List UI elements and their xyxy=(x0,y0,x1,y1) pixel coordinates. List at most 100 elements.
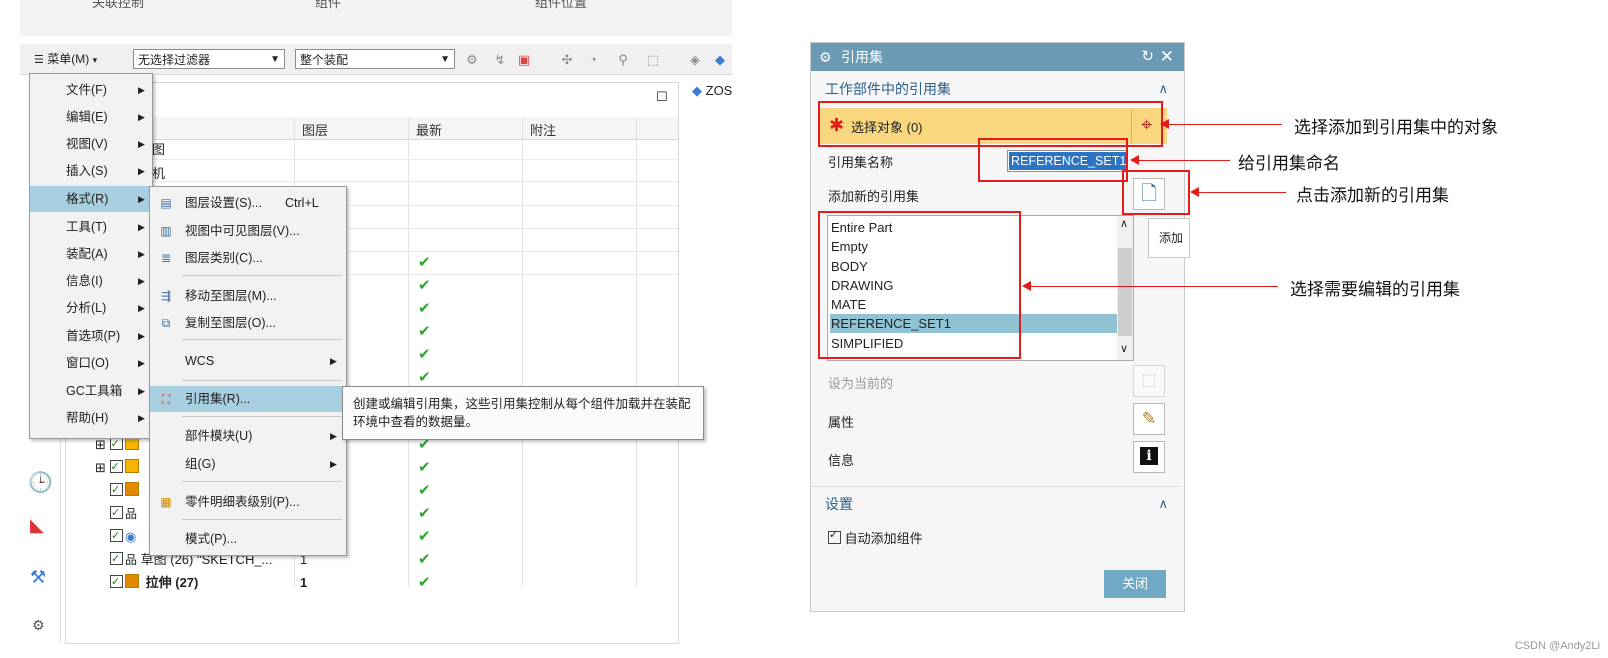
menu-item-view[interactable]: 视图(V) ▶ xyxy=(30,131,152,157)
scroll-up-icon[interactable]: ∧ xyxy=(1120,217,1128,230)
move-to-layer-icon: ⇶ xyxy=(160,289,172,303)
curve-icon[interactable]: ⚲ xyxy=(616,53,630,67)
properties-button[interactable]: ✎ xyxy=(1133,403,1165,435)
tree-row[interactable]: 品 xyxy=(110,503,137,524)
filter-icon[interactable]: ↯ xyxy=(493,53,507,67)
visible-layers-icon: ▥ xyxy=(160,224,172,238)
col-latest[interactable]: 最新 xyxy=(416,120,442,139)
submenu-copy-to-layer[interactable]: ⧉ 复制至图层(O)... xyxy=(150,310,346,336)
history-clock-icon[interactable]: 🕒 xyxy=(28,470,53,495)
rect-select-icon[interactable]: ⬚ xyxy=(646,53,660,67)
col-notes[interactable]: 附注 xyxy=(530,120,556,139)
add-tooltip: 添加 xyxy=(1148,218,1190,258)
properties-label: 属性 xyxy=(828,415,855,430)
menu-item-gc-toolbox[interactable]: GC工具箱 ▶ xyxy=(30,378,152,404)
latest-check-icon: ✔ xyxy=(418,574,431,591)
latest-check-icon: ✔ xyxy=(418,369,431,386)
latest-check-icon: ✔ xyxy=(418,277,431,294)
analysis-icon[interactable]: ◣ xyxy=(30,515,44,536)
info-button[interactable]: i xyxy=(1133,441,1165,473)
submenu-part-module[interactable]: 部件模块(U) ▶ xyxy=(150,423,346,449)
part-icon: ◆ xyxy=(692,83,702,98)
select-feature-icon[interactable]: ⚙ xyxy=(465,53,479,67)
scope-select-value: 整个装配 xyxy=(300,53,349,67)
chevron-up-icon: ∧ xyxy=(1158,81,1168,96)
menu-button[interactable]: ☰ 菜单(M) ▾ xyxy=(30,49,101,69)
list-scrollbar[interactable]: ∧ ∨ xyxy=(1117,216,1133,360)
highlight-add-button xyxy=(1122,170,1190,215)
scope-select[interactable]: 整个装配 ▼ xyxy=(295,49,455,69)
submenu-parts-list-level[interactable]: ▦ 零件明细表级别(P)... xyxy=(150,489,346,515)
tree-row[interactable]: ⊞ xyxy=(95,457,142,478)
navigator-header: 图层 最新 附注 xyxy=(66,117,678,140)
top-tabs-strip: 关联控制 组件 组件位置 xyxy=(20,0,732,36)
viewport-tab-label: ZOS xyxy=(705,83,733,98)
scroll-thumb[interactable] xyxy=(1118,248,1132,336)
menu-button-label: 菜单(M) xyxy=(47,52,90,66)
menu-item-window[interactable]: 窗口(O) ▶ xyxy=(30,350,152,376)
menu-item-file[interactable]: 文件(F) ▶ xyxy=(30,77,152,103)
maximize-icon[interactable]: ☐ xyxy=(656,89,668,105)
filter-select[interactable]: 无选择过滤器 ▼ xyxy=(133,49,285,69)
menu-item-help[interactable]: 帮助(H) ▶ xyxy=(30,405,152,431)
menu-item-preferences[interactable]: 首选项(P) ▶ xyxy=(30,323,152,349)
shade-icon[interactable]: ◈ xyxy=(688,53,702,67)
main-menu: 文件(F) ▶ 编辑(E) ▶ 视图(V) ▶ 插入(S) ▶ 格式(R) ▶ 工具(T)… xyxy=(29,73,153,439)
set-current-label: 设为当前的 xyxy=(828,376,894,391)
menu-icon: ☰ xyxy=(34,54,44,66)
section-work-part[interactable]: 工作部件中的引用集 ∧ xyxy=(811,74,1182,104)
highlight-ref-name xyxy=(978,138,1128,182)
menu-item-assembly[interactable]: 装配(A) ▶ xyxy=(30,241,152,267)
menu-item-edit[interactable]: 编辑(E) ▶ xyxy=(30,104,152,130)
section-settings[interactable]: 设置 ∧ xyxy=(811,489,1182,519)
submenu-layer-settings[interactable]: ▤ 图层设置(S)... Ctrl+L xyxy=(150,190,346,216)
top-tab-1[interactable]: 关联控制 xyxy=(92,0,144,11)
submenu-mode[interactable]: 模式(P)... xyxy=(150,526,346,552)
reset-icon[interactable]: ↻ xyxy=(1141,43,1154,71)
tree-row-extrude[interactable]: 拉伸 (27) xyxy=(110,572,199,593)
selection-toolbar: ☰ 菜单(M) ▾ 无选择过滤器 ▼ 整个装配 ▼ ⚙ ↯ ▣ ✣ ◔ ⚲ ⬚ … xyxy=(20,44,732,75)
settings-icon[interactable]: ⚙ xyxy=(32,617,45,634)
chevron-down-icon: ▾ xyxy=(92,55,98,65)
tool-icon[interactable]: ⚒ xyxy=(30,567,46,588)
annotation-name: 给引用集命名 xyxy=(1238,154,1340,173)
viewport-tab[interactable]: ◆ ZOS xyxy=(692,80,752,102)
top-tab-3[interactable]: 组件位置 xyxy=(535,0,587,11)
tree-row[interactable] xyxy=(110,480,142,501)
submenu-reference-set[interactable]: ⛶ 引用集(R)... xyxy=(150,386,346,412)
section-settings-label: 设置 xyxy=(825,496,853,512)
menu-item-insert[interactable]: 插入(S) ▶ xyxy=(30,158,152,184)
snap-icon[interactable]: ▣ xyxy=(517,53,531,67)
tree-row-label: 拉伸 (27) xyxy=(145,575,199,590)
menu-item-tools[interactable]: 工具(T) ▶ xyxy=(30,214,152,240)
cube-icon[interactable]: ◆ xyxy=(713,53,727,67)
submenu-visible-layers[interactable]: ▥ 视图中可见图层(V)... xyxy=(150,218,346,244)
highlight-ref-list xyxy=(818,211,1021,359)
annotation-select-object: 选择添加到引用集中的对象 xyxy=(1294,118,1498,137)
submenu-group[interactable]: 组(G) ▶ xyxy=(150,451,346,477)
point-icon[interactable]: ✣ xyxy=(560,53,574,67)
latest-check-icon: ✔ xyxy=(418,300,431,317)
set-current-button[interactable]: ⬚ xyxy=(1133,365,1165,397)
menu-item-format[interactable]: 格式(R) ▶ xyxy=(30,186,152,212)
sketch-icon: 品 xyxy=(125,553,138,567)
parts-list-icon: ▦ xyxy=(160,495,172,509)
auto-add-label: 自动添加组件 xyxy=(844,531,923,546)
col-layer[interactable]: 图层 xyxy=(302,120,328,139)
tree-row[interactable]: ◉ xyxy=(110,526,136,547)
submenu-wcs[interactable]: WCS ▶ xyxy=(150,348,346,374)
submenu-layer-category[interactable]: ≣ 图层类别(C)... xyxy=(150,245,346,271)
menu-item-info[interactable]: 信息(I) ▶ xyxy=(30,268,152,294)
submenu-move-to-layer[interactable]: ⇶ 移动至图层(M)... xyxy=(150,283,346,309)
dropdown-arrow-icon: ▼ xyxy=(440,54,450,65)
latest-check-icon: ✔ xyxy=(418,482,431,499)
close-button[interactable]: 关闭 xyxy=(1104,570,1166,598)
top-tab-2[interactable]: 组件 xyxy=(315,0,341,11)
menu-item-analysis[interactable]: 分析(L) ▶ xyxy=(30,295,152,321)
tree-partial-1: 图 xyxy=(152,142,166,157)
scroll-down-icon[interactable]: ∨ xyxy=(1120,342,1128,355)
latest-check-icon: ✔ xyxy=(418,346,431,363)
auto-add-checkbox[interactable]: ✓ 自动添加组件 xyxy=(828,528,923,547)
close-icon[interactable]: ✕ xyxy=(1160,43,1174,71)
arc-icon[interactable]: ◔ xyxy=(586,53,600,67)
